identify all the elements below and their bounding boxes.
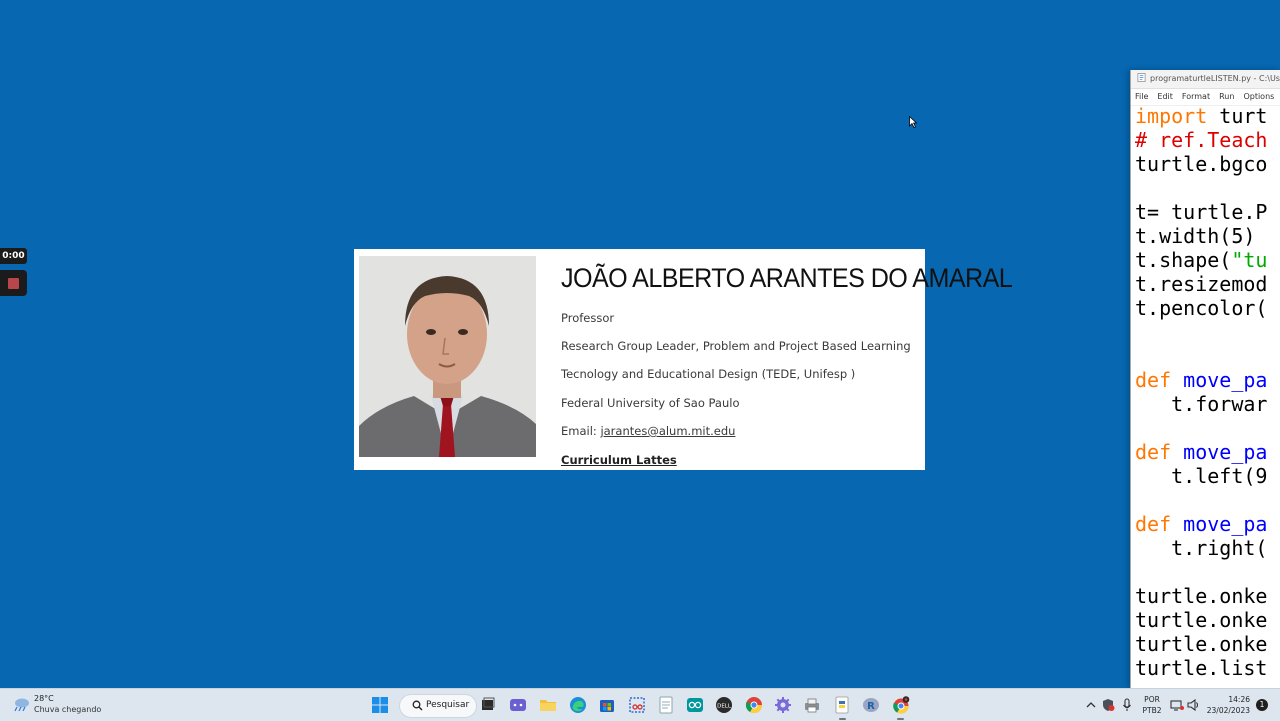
- dell-icon[interactable]: DELL: [715, 696, 733, 714]
- taskbar-search-box[interactable]: Pesquisar: [399, 694, 477, 718]
- notepad-icon[interactable]: [657, 696, 675, 714]
- weather-description[interactable]: Chuva chegando: [34, 705, 101, 714]
- stop-icon: [8, 278, 19, 289]
- search-label: Pesquisar: [426, 700, 470, 710]
- snipping-tool-icon[interactable]: [628, 696, 646, 714]
- profile-research-group: Research Group Leader, Problem and Proje…: [561, 339, 911, 353]
- stop-recording-button[interactable]: [0, 270, 27, 296]
- code-line: t.width(5): [1135, 224, 1256, 248]
- file-explorer-icon[interactable]: [539, 696, 557, 714]
- clock-date[interactable]: 23/02/2023: [1205, 706, 1250, 715]
- chrome-icon[interactable]: [745, 696, 763, 714]
- code-line: t.forwar: [1135, 392, 1268, 416]
- language-indicator-line1[interactable]: POR: [1140, 695, 1164, 704]
- email-label: Email:: [561, 424, 601, 438]
- profile-title: Professor: [561, 311, 615, 325]
- profile-name: JOÃO ALBERTO ARANTES DO AMARAL: [561, 263, 1013, 293]
- code-line: turtle.bgco: [1135, 152, 1268, 176]
- code-line: import turt: [1135, 104, 1268, 128]
- security-alert-icon[interactable]: [1101, 696, 1115, 714]
- printer-icon[interactable]: [803, 696, 821, 714]
- menu-edit[interactable]: Edit: [1157, 92, 1173, 101]
- code-area[interactable]: import turt # ref.Teach turtle.bgco t= turt…: [1135, 104, 1280, 680]
- menu-format[interactable]: Format: [1182, 92, 1210, 101]
- menu-run[interactable]: Run: [1219, 92, 1234, 101]
- network-icon[interactable]: [1170, 696, 1184, 714]
- svg-text:DELL: DELL: [717, 704, 732, 710]
- weather-temperature[interactable]: 28°C: [34, 694, 54, 703]
- profile-card: JOÃO ALBERTO ARANTES DO AMARAL Professor…: [354, 249, 1013, 470]
- editor-titlebar[interactable]: programaturtleLISTEN.py - C:\Users\j: [1131, 70, 1280, 89]
- code-line: t.left(9: [1135, 464, 1268, 488]
- code-line: t.resizemod: [1135, 272, 1268, 296]
- profile-lab: Tecnology and Educational Design (TEDE, …: [561, 367, 856, 381]
- profile-university: Federal University of Sao Paulo: [561, 396, 740, 410]
- rain-cloud-icon[interactable]: [12, 696, 30, 714]
- code-line: turtle.list: [1135, 656, 1268, 680]
- settings-gear-icon[interactable]: [774, 696, 792, 714]
- code-line: t.pencolor(: [1135, 296, 1268, 320]
- volume-icon[interactable]: [1186, 696, 1200, 714]
- code-line: def move_pa: [1135, 368, 1268, 392]
- mouse-cursor-icon: [909, 116, 917, 128]
- menu-options[interactable]: Options: [1243, 92, 1274, 101]
- code-line: def move_pa: [1135, 440, 1268, 464]
- profile-photo: [359, 256, 536, 457]
- code-line: t.shape("tu: [1135, 248, 1268, 272]
- menu-file[interactable]: File: [1135, 92, 1148, 101]
- edge-icon[interactable]: [569, 696, 587, 714]
- language-indicator-line2[interactable]: PTB2: [1140, 706, 1164, 715]
- microphone-icon[interactable]: [1121, 696, 1133, 714]
- code-line: turtle.onke: [1135, 584, 1268, 608]
- python-file-icon: [1137, 73, 1146, 82]
- recording-timer: 0:00: [0, 248, 27, 264]
- code-line: t= turtle.P: [1135, 200, 1268, 224]
- arduino-icon[interactable]: [686, 696, 704, 714]
- teams-chat-icon[interactable]: [509, 696, 527, 714]
- code-line: t.right(: [1135, 536, 1268, 560]
- search-icon: [412, 700, 423, 711]
- r-icon[interactable]: R: [862, 696, 880, 714]
- profile-email-row: Email: jarantes@alum.mit.edu: [561, 424, 735, 438]
- code-line: # ref.Teach: [1135, 128, 1268, 152]
- code-line: turtle.onke: [1135, 608, 1268, 632]
- task-view-icon[interactable]: [479, 696, 497, 714]
- windows-start-icon[interactable]: [371, 696, 389, 714]
- store-icon[interactable]: [598, 696, 616, 714]
- code-line: def move_pa: [1135, 512, 1268, 536]
- python-idle-icon[interactable]: [833, 696, 851, 714]
- taskbar: 28°C Chuva chegando Pesquisar DELL R POR…: [0, 688, 1280, 721]
- editor-title: programaturtleLISTEN.py - C:\Users\j: [1150, 74, 1280, 83]
- clock-time[interactable]: 14:26: [1210, 695, 1250, 704]
- code-line: turtle.onke: [1135, 632, 1268, 656]
- idle-editor-window[interactable]: programaturtleLISTEN.py - C:\Users\j Fil…: [1130, 70, 1280, 688]
- chevron-up-icon[interactable]: [1085, 696, 1097, 714]
- svg-text:R: R: [867, 701, 875, 712]
- chrome-recording-icon[interactable]: [892, 696, 910, 714]
- curriculum-lattes-link[interactable]: Curriculum Lattes: [561, 453, 677, 467]
- email-link[interactable]: jarantes@alum.mit.edu: [600, 424, 735, 438]
- notification-badge[interactable]: 1: [1256, 699, 1268, 711]
